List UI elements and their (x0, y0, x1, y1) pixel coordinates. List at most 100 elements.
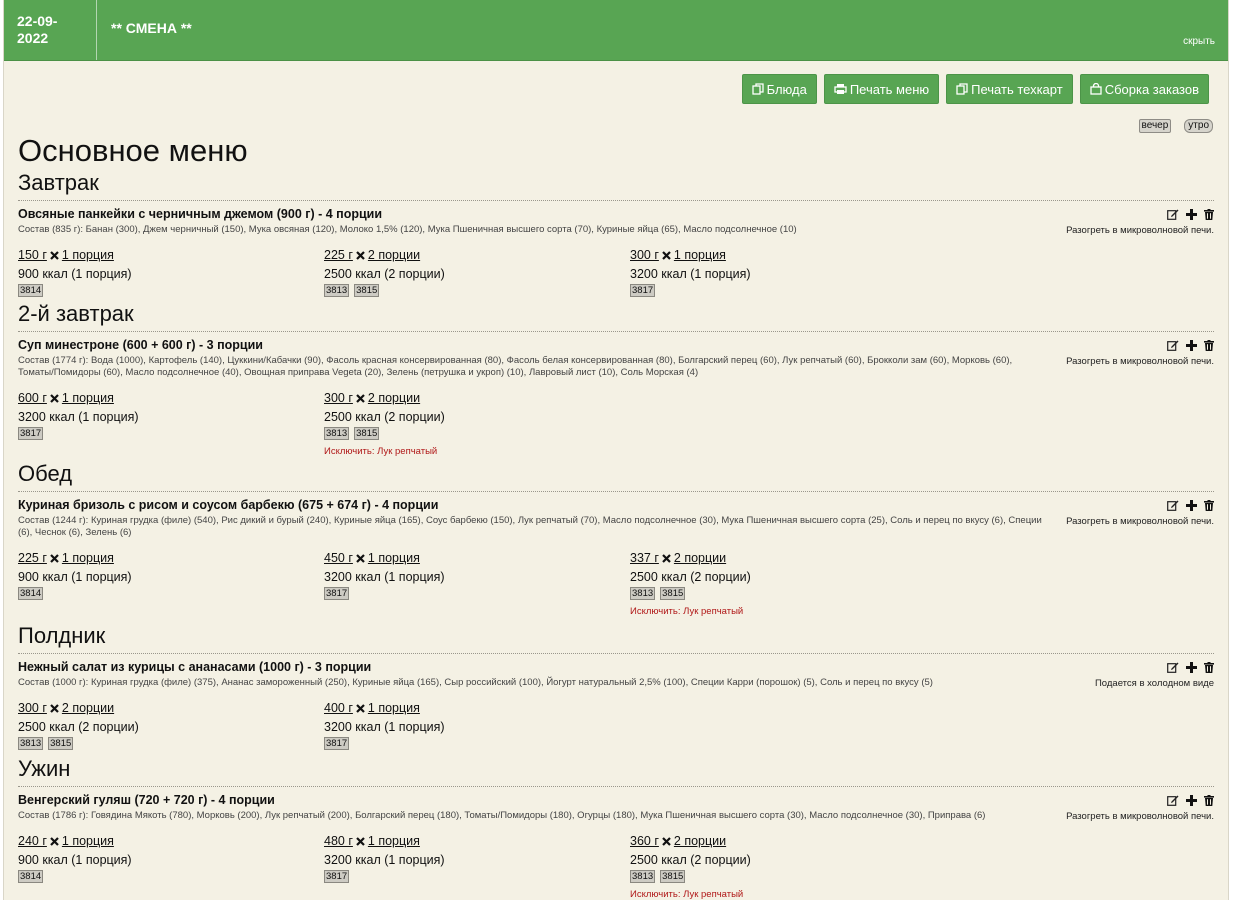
portion-link[interactable]: 300 г 2 порции (324, 391, 420, 406)
order-code-badge[interactable]: 3817 (18, 427, 44, 440)
portion-count: 1 порция (61, 391, 114, 405)
portion-kcal: 2500 ккал (2 порции) (324, 410, 445, 424)
dish-card: Овсяные панкейки с черничным джемом (900… (18, 201, 1214, 297)
edit-icon[interactable] (1167, 209, 1179, 220)
portion-count: 2 порции (367, 248, 421, 262)
dish-composition: Состав (1786 г): Говядина Мякоть (780), … (18, 810, 986, 821)
portion-link[interactable]: 480 г 1 порция (324, 834, 420, 849)
dish-card: Куриная бризоль с рисом и соусом барбекю… (18, 492, 1214, 617)
times-icon (356, 704, 365, 713)
dish-heating-note: Разогреть в микроволновой печи. (1066, 516, 1214, 527)
trash-icon[interactable] (1204, 340, 1214, 351)
times-icon (50, 704, 59, 713)
order-codes: 3817 (324, 737, 630, 750)
portion-link[interactable]: 150 г 1 порция (18, 248, 114, 263)
assemble-orders-button[interactable]: Сборка заказов (1079, 74, 1209, 104)
portion-weight: 300 г (18, 701, 47, 715)
meal-section: 2-й завтрак Суп минестроне (600 + 600 г) … (18, 301, 1214, 457)
portion-link[interactable]: 360 г 2 порции (630, 834, 726, 849)
dish-composition: Состав (1244 г): Куриная грудка (филе) (… (18, 515, 1042, 538)
dish-card: Нежный салат из курицы с ананасами (1000… (18, 654, 1214, 750)
edit-icon[interactable] (1167, 662, 1179, 673)
portion-link[interactable]: 400 г 1 порция (324, 701, 420, 716)
portion-link[interactable]: 337 г 2 порции (630, 551, 726, 566)
header-divider (96, 0, 97, 60)
section-title: 2-й завтрак (18, 301, 1214, 332)
portion-kcal: 3200 ккал (1 порция) (324, 853, 445, 867)
tag-morning[interactable]: утро (1184, 119, 1213, 133)
order-code-badge[interactable]: 3817 (324, 870, 350, 883)
order-code-badge[interactable]: 3815 (660, 870, 686, 883)
dishes-button[interactable]: Блюда (741, 74, 817, 104)
dish-card: Венгерский гуляш (720 + 720 г) - 4 порци… (18, 787, 1214, 900)
order-code-badge[interactable]: 3817 (630, 284, 656, 297)
portion-kcal: 2500 ккал (2 порции) (18, 720, 139, 734)
edit-icon[interactable] (1167, 500, 1179, 511)
trash-icon[interactable] (1204, 500, 1214, 511)
portion-count: 2 порции (673, 551, 727, 565)
portion-kcal: 900 ккал (1 порция) (18, 267, 132, 281)
plus-icon[interactable] (1186, 662, 1197, 673)
portion-kcal: 3200 ккал (1 порция) (630, 267, 751, 281)
portion-item: 400 г 1 порция 3200 ккал (1 порция) 3817 (324, 699, 630, 750)
portion-link[interactable]: 300 г 1 порция (630, 248, 726, 263)
order-code-badge[interactable]: 3815 (660, 587, 686, 600)
section-title: Завтрак (18, 170, 1214, 201)
order-code-badge[interactable]: 3817 (324, 587, 350, 600)
toolbar: Блюда Печать меню Печать техкарт Сборка … (741, 74, 1209, 104)
dish-composition: Состав (835 г): Банан (300), Джем чернич… (18, 224, 797, 235)
order-code-badge[interactable]: 3814 (18, 284, 44, 297)
portion-weight: 450 г (324, 551, 353, 565)
order-codes: 3817 (324, 587, 630, 600)
portion-item: 480 г 1 порция 3200 ккал (1 порция) 3817 (324, 832, 630, 900)
trash-icon[interactable] (1204, 209, 1214, 220)
hide-link[interactable]: скрыть (1183, 36, 1215, 47)
dish-heating-note: Разогреть в микроволновой печи. (1066, 225, 1214, 236)
order-code-badge[interactable]: 3813 (630, 587, 656, 600)
edit-icon[interactable] (1167, 795, 1179, 806)
plus-icon[interactable] (1186, 209, 1197, 220)
order-codes: 3813 3815 (18, 737, 324, 750)
portion-link[interactable]: 225 г 2 порции (324, 248, 420, 263)
shopping-bag-icon (1090, 83, 1102, 95)
order-code-badge[interactable]: 3814 (18, 587, 44, 600)
portion-link[interactable]: 600 г 1 порция (18, 391, 114, 406)
portion-link[interactable]: 300 г 2 порции (18, 701, 114, 716)
order-code-badge[interactable]: 3813 (18, 737, 44, 750)
order-code-badge[interactable]: 3813 (324, 284, 350, 297)
order-code-badge[interactable]: 3813 (630, 870, 656, 883)
page-title: Основное меню (18, 133, 248, 168)
portion-list: 300 г2 порции 2500 ккал (2 порции) 3813 381… (18, 699, 1214, 750)
dish-composition: Состав (1774 г): Вода (1000), Картофель … (18, 355, 1013, 378)
trash-icon[interactable] (1204, 662, 1214, 673)
portion-link[interactable]: 450 г 1 порция (324, 551, 420, 566)
dish-name: Венгерский гуляш (720 + 720 г) - 4 порци… (18, 793, 275, 807)
order-code-badge[interactable]: 3815 (354, 427, 380, 440)
order-code-badge[interactable]: 3814 (18, 870, 44, 883)
menu-content: Основное меню Завтрак Овсяные панкейки с … (18, 132, 1214, 900)
print-menu-button[interactable]: Печать меню (823, 74, 940, 104)
print-techcard-button-label: Печать техкарт (971, 81, 1063, 97)
order-code-badge[interactable]: 3815 (354, 284, 380, 297)
portion-link[interactable]: 225 г 1 порция (18, 551, 114, 566)
edit-icon[interactable] (1167, 340, 1179, 351)
top-bar: 22-09-2022 ** СМЕНА ** скрыть (4, 0, 1228, 61)
trash-icon[interactable] (1204, 795, 1214, 806)
shift-date: 22-09-2022 (17, 13, 58, 46)
portion-kcal: 2500 ккал (2 порции) (630, 853, 751, 867)
tag-evening[interactable]: вечер (1138, 119, 1172, 133)
plus-icon[interactable] (1186, 500, 1197, 511)
plus-icon[interactable] (1186, 340, 1197, 351)
assemble-orders-button-label: Сборка заказов (1104, 81, 1199, 97)
plus-icon[interactable] (1186, 795, 1197, 806)
portion-item: 300 г2 порции 2500 ккал (2 порции) 3813 381… (18, 699, 324, 750)
order-code-badge[interactable]: 3817 (324, 737, 350, 750)
printer-icon (834, 84, 847, 94)
order-code-badge[interactable]: 3813 (324, 427, 350, 440)
times-icon (356, 394, 365, 403)
portion-kcal: 3200 ккал (1 порция) (324, 720, 445, 734)
order-code-badge[interactable]: 3815 (48, 737, 74, 750)
portion-link[interactable]: 240 г 1 порция (18, 834, 114, 849)
print-techcard-button[interactable]: Печать техкарт (946, 74, 1073, 104)
portion-weight: 225 г (18, 551, 47, 565)
